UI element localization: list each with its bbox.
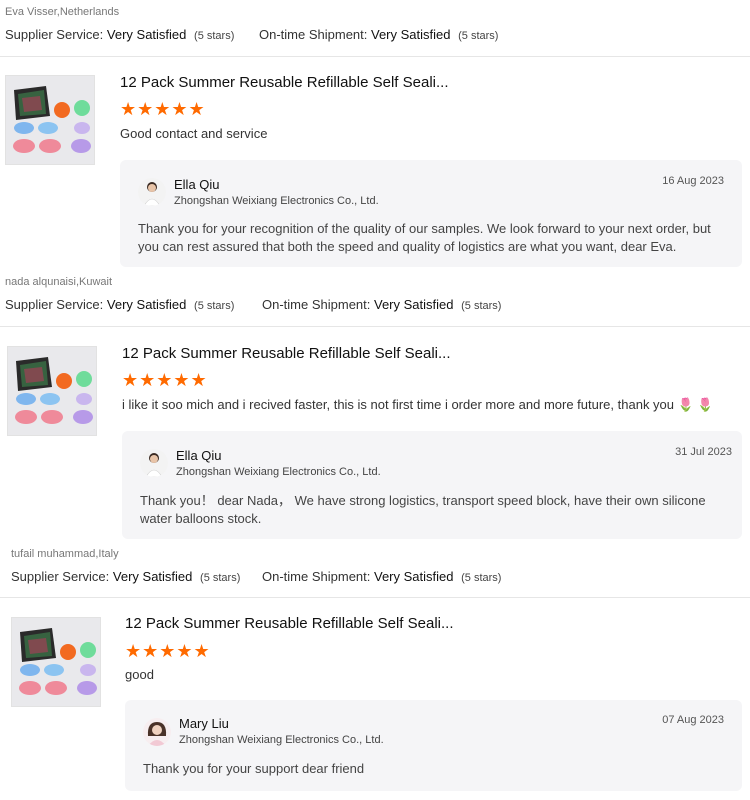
product-title[interactable]: 12 Pack Summer Reusable Refillable Self …	[125, 615, 454, 632]
supplier-service-rating: Supplier Service: Very Satisfied (5 star…	[5, 27, 234, 42]
supplier-service-rating: Supplier Service: Very Satisfied (5 star…	[5, 297, 234, 312]
rating-stars: ★★★★★	[125, 641, 211, 661]
reply-date: 16 Aug 2023	[662, 175, 724, 187]
reply-author-name: Ella Qiu	[176, 448, 222, 463]
shipment-label: On-time Shipment:	[262, 569, 371, 584]
reply-date: 07 Aug 2023	[662, 714, 724, 726]
shipment-label: On-time Shipment:	[262, 297, 371, 312]
reply-text: Thank you for your support dear friend	[143, 761, 365, 776]
supplier-service-value: Very Satisfied	[106, 297, 187, 312]
reply-date: 31 Jul 2023	[675, 446, 732, 458]
shipment-stars: (5 stars)	[461, 572, 502, 584]
supplier-reply: Ella Qiu Zhongshan Weixiang Electronics …	[122, 431, 742, 539]
product-title[interactable]: 12 Pack Summer Reusable Refillable Self …	[122, 345, 451, 362]
rating-stars: ★★★★★	[122, 370, 208, 390]
woman-avatar-icon	[143, 718, 171, 746]
supplier-service-stars: (5 stars)	[194, 30, 235, 42]
supplier-reply: Mary Liu Zhongshan Weixiang Electronics …	[125, 700, 742, 791]
water-balloons-image-icon	[6, 76, 94, 164]
supplier-service-label: Supplier Service:	[5, 297, 104, 312]
shipment-label: On-time Shipment:	[259, 27, 368, 42]
supplier-reply: Ella Qiu Zhongshan Weixiang Electronics …	[120, 160, 742, 267]
reply-company: Zhongshan Weixiang Electronics Co., Ltd.	[174, 195, 379, 207]
reply-company: Zhongshan Weixiang Electronics Co., Ltd.	[179, 734, 384, 746]
supplier-service-label: Supplier Service:	[11, 569, 110, 584]
review-comment: Good contact and service	[120, 126, 268, 141]
supplier-service-stars: (5 stars)	[194, 300, 235, 312]
man-avatar-icon	[140, 449, 168, 477]
review-divider	[0, 326, 750, 327]
shipment-rating: On-time Shipment: Very Satisfied (5 star…	[259, 27, 498, 42]
man-avatar-icon	[138, 178, 166, 206]
water-balloons-image-icon	[8, 347, 96, 435]
shipment-stars: (5 stars)	[458, 30, 499, 42]
review-divider	[0, 56, 750, 57]
reply-company: Zhongshan Weixiang Electronics Co., Ltd.	[176, 466, 381, 478]
supplier-service-value: Very Satisfied	[106, 27, 187, 42]
shipment-stars: (5 stars)	[461, 300, 502, 312]
supplier-service-stars: (5 stars)	[200, 572, 241, 584]
reviewer-name: nada alqunaisi,Kuwait	[5, 276, 113, 288]
product-thumbnail[interactable]	[7, 346, 97, 436]
rating-stars: ★★★★★	[120, 99, 206, 119]
shipment-value: Very Satisfied	[374, 569, 454, 584]
shipment-rating: On-time Shipment: Very Satisfied (5 star…	[262, 569, 501, 584]
reviewer-name: tufail muhammad,Italy	[11, 548, 119, 560]
supplier-service-label: Supplier Service:	[5, 27, 104, 42]
review-comment: i like it soo mich and i recived faster,…	[122, 397, 714, 412]
supplier-service-value: Very Satisfied	[112, 569, 193, 584]
shipment-value: Very Satisfied	[371, 27, 451, 42]
shipment-rating: On-time Shipment: Very Satisfied (5 star…	[262, 297, 501, 312]
water-balloons-image-icon	[12, 618, 100, 706]
product-thumbnail[interactable]	[5, 75, 95, 165]
supplier-service-rating: Supplier Service: Very Satisfied (5 star…	[11, 569, 240, 584]
reply-author-name: Mary Liu	[179, 716, 229, 731]
product-thumbnail[interactable]	[11, 617, 101, 707]
reviewer-name: Eva Visser,Netherlands	[5, 6, 120, 18]
shipment-value: Very Satisfied	[374, 297, 454, 312]
review-comment: good	[125, 667, 154, 682]
review-divider	[0, 597, 750, 598]
reply-author-name: Ella Qiu	[174, 177, 220, 192]
product-title[interactable]: 12 Pack Summer Reusable Refillable Self …	[120, 74, 449, 91]
reply-text: Thank you for your recognition of the qu…	[138, 221, 711, 254]
reply-text: Thank you！ dear Nada， We have strong log…	[140, 493, 706, 526]
